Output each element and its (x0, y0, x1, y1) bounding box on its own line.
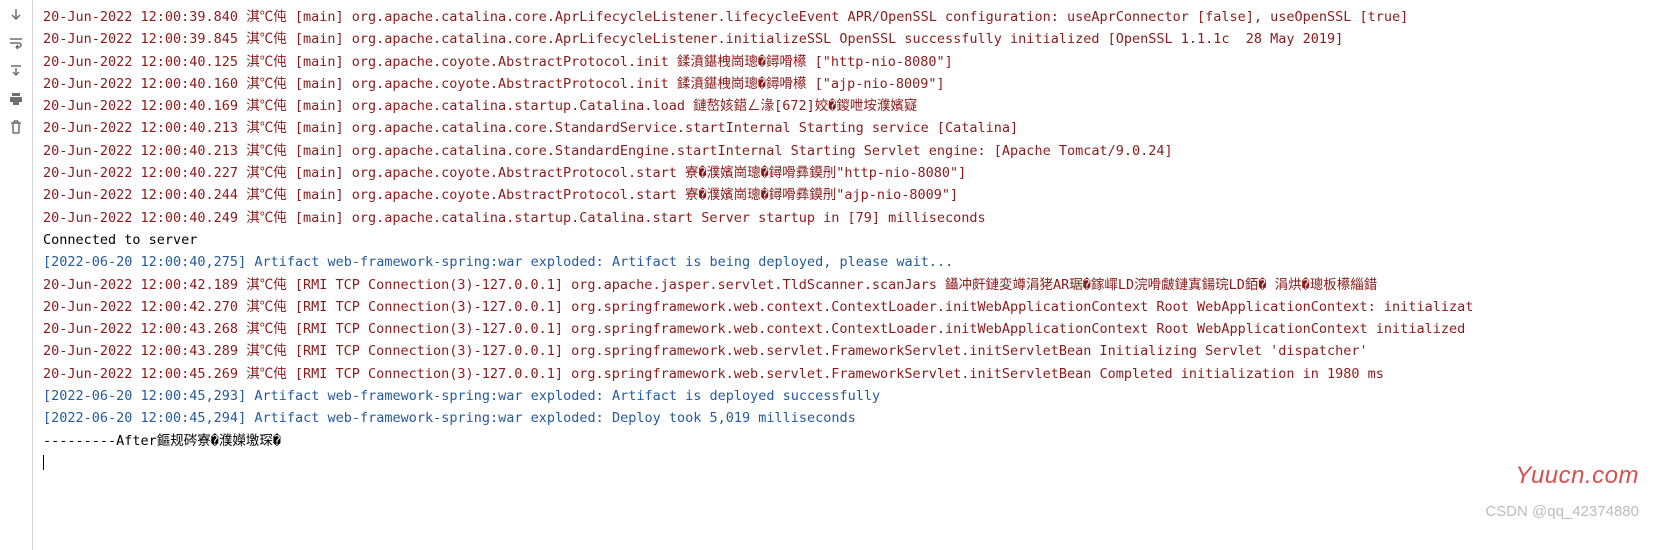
log-line: [2022-06-20 12:00:45,293] Artifact web-f… (43, 385, 1669, 407)
log-line: [2022-06-20 12:00:40,275] Artifact web-f… (43, 251, 1669, 273)
log-line: 20-Jun-2022 12:00:40.244 淇℃伅 [main] org.… (43, 184, 1669, 206)
log-line: Connected to server (43, 229, 1669, 251)
print-icon[interactable] (5, 88, 27, 110)
clear-all-icon[interactable] (5, 116, 27, 138)
log-line: 20-Jun-2022 12:00:40.160 淇℃伅 [main] org.… (43, 73, 1669, 95)
console-toolbar (0, 0, 32, 550)
log-line: 20-Jun-2022 12:00:40.227 淇℃伅 [main] org.… (43, 162, 1669, 184)
log-line: 20-Jun-2022 12:00:40.213 淇℃伅 [main] org.… (43, 140, 1669, 162)
watermark-csdn: CSDN @qq_42374880 (1485, 503, 1639, 520)
input-caret-line[interactable] (43, 452, 1669, 474)
soft-wrap-icon[interactable] (5, 32, 27, 54)
log-line: 20-Jun-2022 12:00:40.249 淇℃伅 [main] org.… (43, 207, 1669, 229)
log-line: 20-Jun-2022 12:00:40.213 淇℃伅 [main] org.… (43, 117, 1669, 139)
log-line: 20-Jun-2022 12:00:42.189 淇℃伅 [RMI TCP Co… (43, 274, 1669, 296)
log-line: 20-Jun-2022 12:00:43.268 淇℃伅 [RMI TCP Co… (43, 318, 1669, 340)
console-output[interactable]: 20-Jun-2022 12:00:39.840 淇℃伅 [main] org.… (33, 0, 1669, 550)
log-line: [2022-06-20 12:00:45,294] Artifact web-f… (43, 407, 1669, 429)
console-panel: 20-Jun-2022 12:00:39.840 淇℃伅 [main] org.… (0, 0, 1669, 550)
watermark-site: Yuucn.com (1515, 462, 1639, 490)
scroll-down-icon[interactable] (5, 4, 27, 26)
log-line: 20-Jun-2022 12:00:40.169 淇℃伅 [main] org.… (43, 95, 1669, 117)
log-line: 20-Jun-2022 12:00:39.845 淇℃伅 [main] org.… (43, 28, 1669, 50)
log-line: 20-Jun-2022 12:00:39.840 淇℃伅 [main] org.… (43, 6, 1669, 28)
log-line: 20-Jun-2022 12:00:42.270 淇℃伅 [RMI TCP Co… (43, 296, 1669, 318)
scroll-to-end-icon[interactable] (5, 60, 27, 82)
log-line: 20-Jun-2022 12:00:45.269 淇℃伅 [RMI TCP Co… (43, 363, 1669, 385)
log-line: 20-Jun-2022 12:00:40.125 淇℃伅 [main] org.… (43, 51, 1669, 73)
log-line: ---------After鏂规硶寮�濮嬫墽琛� (43, 430, 1669, 452)
log-line: 20-Jun-2022 12:00:43.289 淇℃伅 [RMI TCP Co… (43, 340, 1669, 362)
